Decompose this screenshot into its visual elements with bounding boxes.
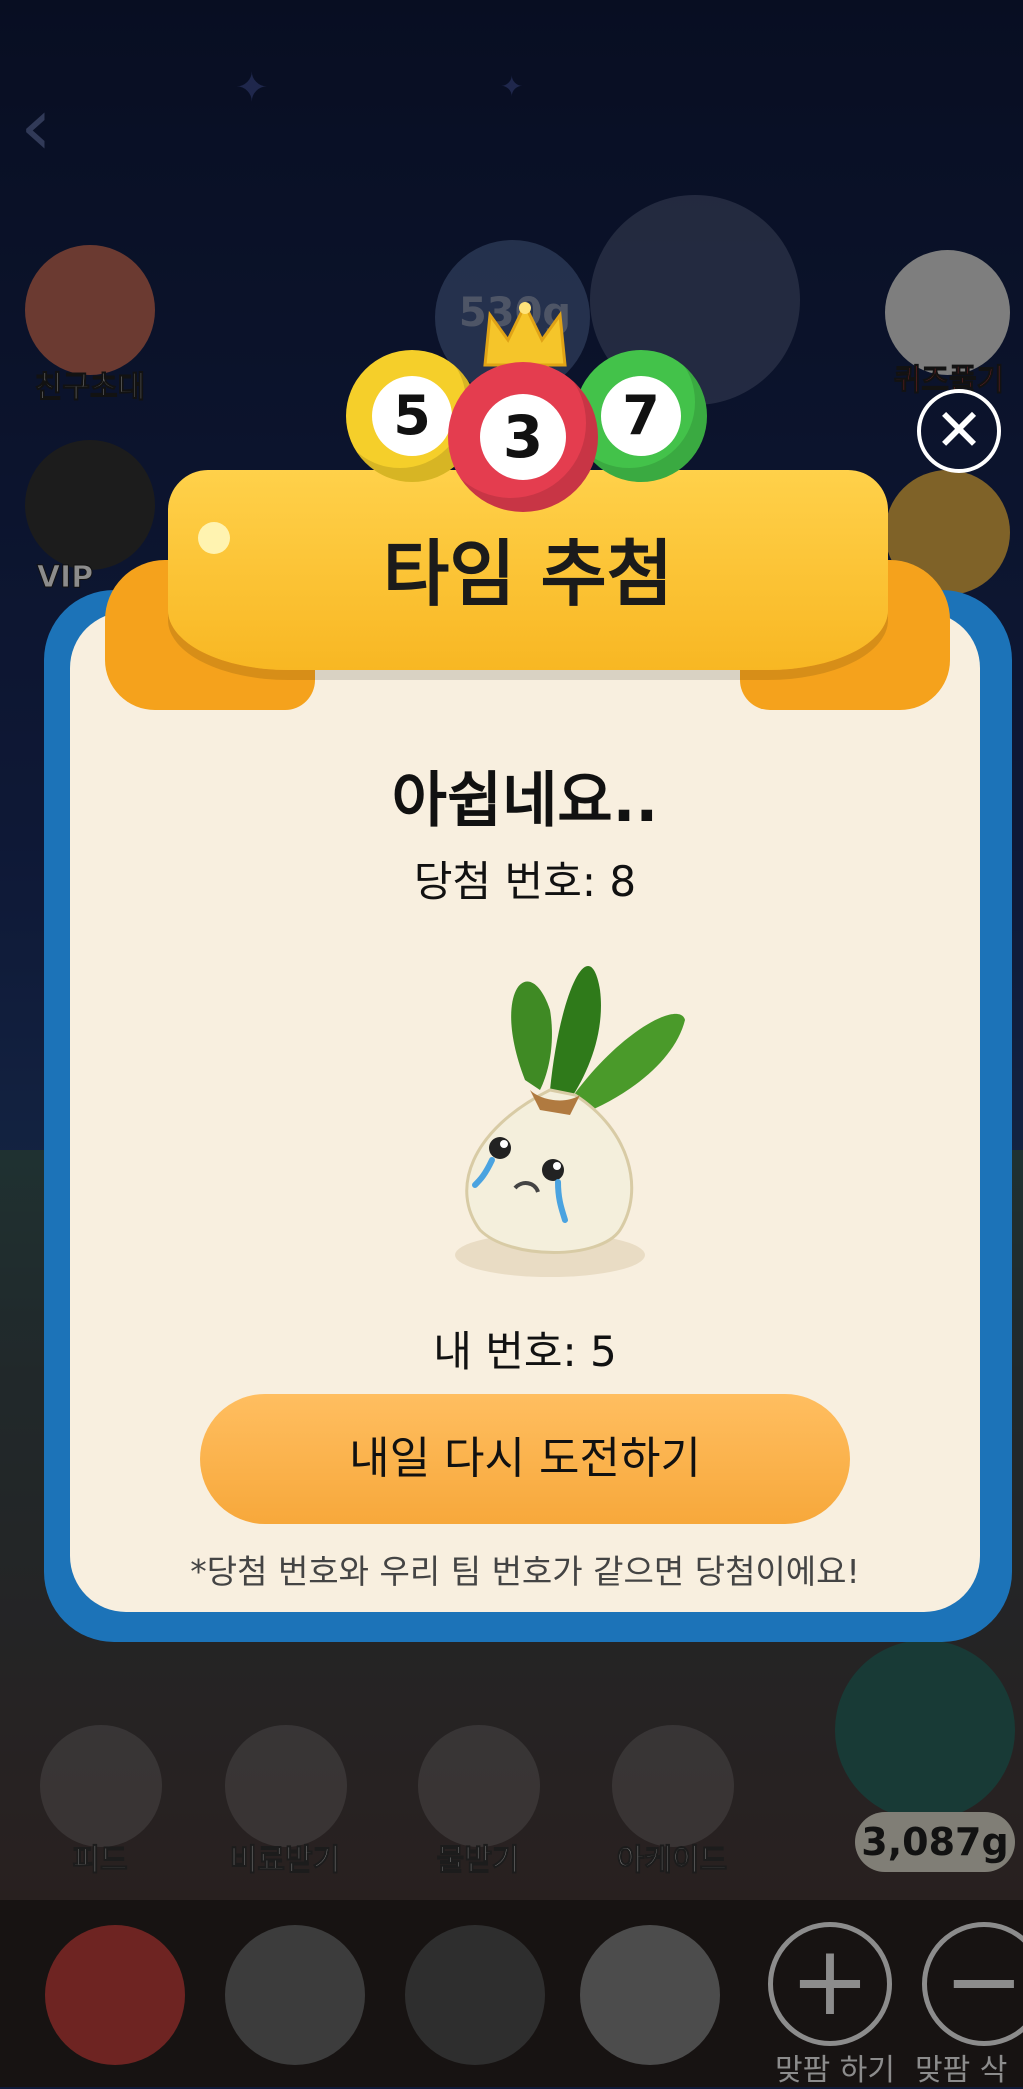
winning-number: 당첨 번호: 8: [413, 857, 637, 906]
retry-tomorrow-button[interactable]: 내일 다시 도전하기: [200, 1394, 850, 1524]
my-number: 내 번호: 5: [433, 1327, 617, 1376]
footnote: *당첨 번호와 우리 팀 번호가 같으면 당첨이에요!: [190, 1552, 860, 1591]
crying-onion-icon: [430, 930, 700, 1290]
close-icon[interactable]: ✕: [917, 389, 1001, 473]
ball-number: 7: [601, 376, 681, 456]
lottery-ball-red: 3: [448, 362, 598, 512]
ball-number: 3: [480, 394, 566, 480]
result-heading: 아쉽네요..: [391, 766, 659, 836]
ball-number: 5: [372, 376, 452, 456]
crown-icon: [480, 300, 570, 370]
modal-title: 타임 추첨: [382, 532, 674, 616]
